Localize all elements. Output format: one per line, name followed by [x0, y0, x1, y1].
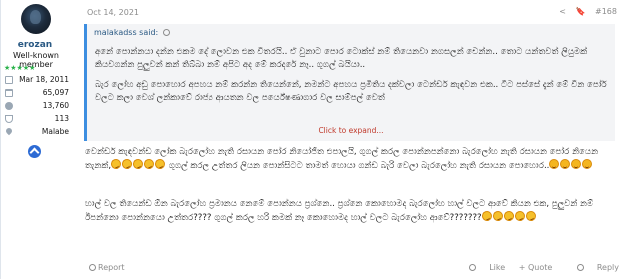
rofl-emoji-icon — [131, 157, 145, 171]
post-main: Oct 14, 2021 < 🔖 #168 malakadss said: අන… — [77, 0, 624, 279]
like-button[interactable]: Like — [458, 263, 505, 272]
points-stat: 113 — [5, 114, 69, 125]
post-actions: Like + Quote Reply — [447, 263, 619, 272]
location-stat: Malabe — [4, 126, 69, 138]
joined-stat: Mar 18, 2011 — [5, 75, 69, 86]
like-icon — [469, 264, 477, 271]
rofl-emoji-icon — [491, 209, 505, 223]
reactions-icon — [5, 102, 13, 110]
rofl-emoji-icon — [153, 157, 167, 171]
calendar-icon — [5, 76, 13, 84]
forum-post: erozan Well-known member ★★★★★ Mar 18, 2… — [0, 0, 624, 279]
report-icon — [89, 264, 96, 271]
rofl-emoji-icon — [480, 209, 494, 223]
laugh-emoji-icon — [582, 159, 593, 169]
laugh-emoji-icon — [560, 159, 571, 169]
reply-icon — [576, 264, 584, 271]
quote-line: බැර ලෝහ අඩු පොහොර අපහය නම් කරන්න තියෙන්න… — [95, 80, 607, 103]
quote-button[interactable]: + Quote — [519, 263, 553, 272]
location-icon — [4, 126, 14, 136]
post-number[interactable]: #168 — [595, 7, 617, 16]
user-rating-stars: ★★★★★ — [4, 64, 36, 72]
messages-stat: 65,097 — [5, 88, 69, 99]
rofl-emoji-icon — [109, 157, 123, 171]
username-link[interactable]: erozan — [1, 40, 69, 50]
jump-to-quote-icon[interactable] — [162, 29, 170, 36]
share-icon[interactable]: < — [559, 7, 566, 16]
click-to-expand-link[interactable]: Click to expand... — [87, 126, 615, 135]
rofl-emoji-icon — [524, 209, 538, 223]
post-paragraph: හාල් වල තියෙන්ඩ ඕන බැරලෝහ ප්‍රමානය නෙමේ … — [85, 199, 594, 223]
reactions-stat: 13,760 — [5, 101, 69, 112]
laugh-emoji-icon — [571, 159, 582, 169]
scroll-up-button[interactable] — [28, 145, 41, 158]
rofl-emoji-icon — [120, 157, 134, 171]
reply-button[interactable]: Reply — [566, 263, 619, 272]
post-date[interactable]: Oct 14, 2021 — [87, 8, 139, 17]
bookmark-icon[interactable]: 🔖 — [576, 7, 586, 16]
quote-author-link[interactable]: malakadss said: — [94, 28, 170, 37]
user-info-panel: erozan Well-known member ★★★★★ Mar 18, 2… — [1, 0, 75, 279]
quote-line: අනේ පොන්නයා දන්න එකම දේ ලොවන එක විතරයි..… — [95, 47, 588, 70]
post-tools: < 🔖 #168 — [552, 7, 617, 16]
quote-body: අනේ පොන්නයා දන්න එකම දේ ලොවන එක විතරයි..… — [95, 46, 610, 112]
trophy-icon — [5, 115, 13, 123]
messages-icon — [5, 89, 13, 97]
user-avatar[interactable] — [21, 4, 51, 34]
rofl-emoji-icon — [502, 209, 516, 223]
post-footer: Report Like + Quote Reply — [77, 258, 624, 278]
post-paragraph: වෙන්ඩර් කැඳවන්ඩ ලෝක බැරලෝහ නැති රසායන පෝ… — [85, 147, 599, 171]
report-button[interactable]: Report — [89, 263, 125, 272]
rofl-emoji-icon — [513, 209, 527, 223]
post-content: වෙන්ඩර් කැඳවන්ඩ ලෝක බැරලෝහ නැති රසායන පෝ… — [85, 146, 620, 225]
quote-header: malakadss said: — [87, 24, 615, 41]
rofl-emoji-icon — [142, 157, 156, 171]
quote-block: malakadss said: අනේ පොන්නයා දන්න එකම දේ … — [84, 24, 615, 141]
laugh-emoji-icon — [549, 159, 560, 169]
